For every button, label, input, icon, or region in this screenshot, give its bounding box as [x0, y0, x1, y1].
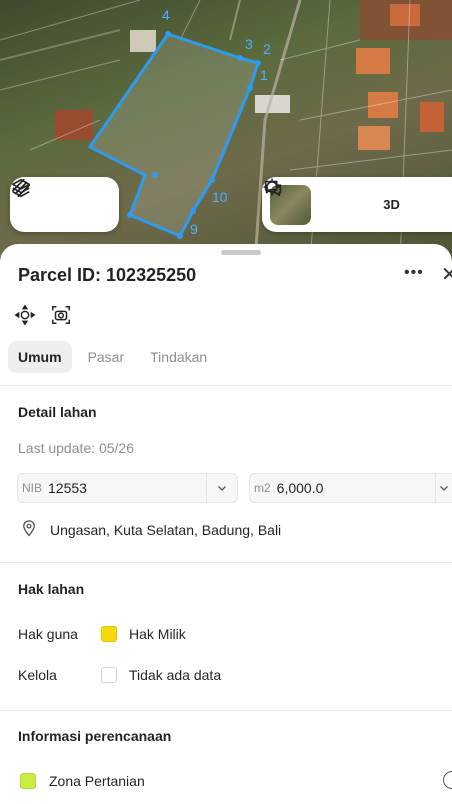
detail-section-title: Detail lahan	[18, 404, 97, 420]
zone-color-swatch	[20, 773, 36, 789]
tab-tindakan[interactable]: Tindakan	[140, 341, 217, 373]
hak-guna-color-swatch	[101, 626, 117, 642]
location-row: Ungasan, Kuta Selatan, Badung, Bali	[20, 518, 281, 541]
map-tools-right: 3D	[262, 177, 452, 232]
vertex-label-4: 4	[162, 7, 170, 23]
divider	[0, 385, 452, 386]
info-icon[interactable]	[443, 771, 452, 789]
divider	[0, 562, 452, 563]
area-prefix: m2	[254, 481, 271, 495]
tab-bar: Umum Pasar Tindakan	[8, 341, 217, 373]
sheet-drag-handle[interactable]	[221, 250, 261, 255]
last-update: Last update: 05/26	[18, 440, 134, 456]
zone-label: Zona Pertanian	[49, 773, 145, 789]
vertex-label-10: 10	[212, 189, 228, 205]
chat-icon[interactable]	[264, 180, 452, 225]
kelola-color-swatch	[101, 667, 117, 683]
map-view[interactable]: 1 2 3 4 9 10 3D	[0, 0, 452, 262]
kelola-label: Kelola	[18, 667, 57, 683]
close-icon[interactable]: ✕	[441, 262, 452, 287]
parcel-detail-sheet: Parcel ID: 102325250 ••• ✕ Umum Pasar Ti…	[0, 244, 452, 804]
crosshair-icon[interactable]	[263, 178, 368, 225]
more-icon[interactable]: •••	[404, 264, 424, 282]
nib-select[interactable]: NIB 12553	[17, 473, 238, 503]
vertex-label-2: 2	[263, 41, 271, 57]
kelola-value: Tidak ada data	[129, 667, 222, 683]
divider	[0, 710, 452, 711]
chevron-down-icon[interactable]	[435, 474, 452, 502]
nib-prefix: NIB	[22, 481, 43, 495]
vertex-label-9: 9	[190, 221, 198, 237]
3d-toggle-button[interactable]: 3D	[368, 185, 415, 225]
tab-umum[interactable]: Umum	[8, 341, 72, 373]
area-value: 6,000.0	[276, 480, 324, 496]
location-pin-icon	[20, 518, 38, 541]
parcel-title: Parcel ID: 102325250	[18, 265, 197, 285]
location-text: Ungasan, Kuta Selatan, Badung, Bali	[50, 521, 282, 538]
tab-pasar[interactable]: Pasar	[78, 341, 135, 373]
vertex-label-1: 1	[260, 67, 268, 83]
nib-value: 12553	[48, 480, 87, 496]
camera-icon[interactable]	[50, 304, 72, 331]
quick-actions	[14, 304, 72, 331]
chevron-down-icon[interactable]	[206, 474, 237, 502]
vertex-label-3: 3	[245, 36, 253, 52]
hak-section-title: Hak lahan	[18, 581, 85, 597]
hak-guna-value: Hak Milik	[129, 626, 186, 642]
area-select[interactable]: m2 6,000.0	[249, 473, 452, 503]
hak-guna-label: Hak guna	[18, 626, 78, 642]
planning-section-title: Informasi perencanaan	[18, 728, 172, 744]
zoom-to-parcel-icon[interactable]	[14, 304, 36, 331]
draw-icon[interactable]	[11, 178, 104, 221]
map-tools-left	[10, 177, 119, 232]
